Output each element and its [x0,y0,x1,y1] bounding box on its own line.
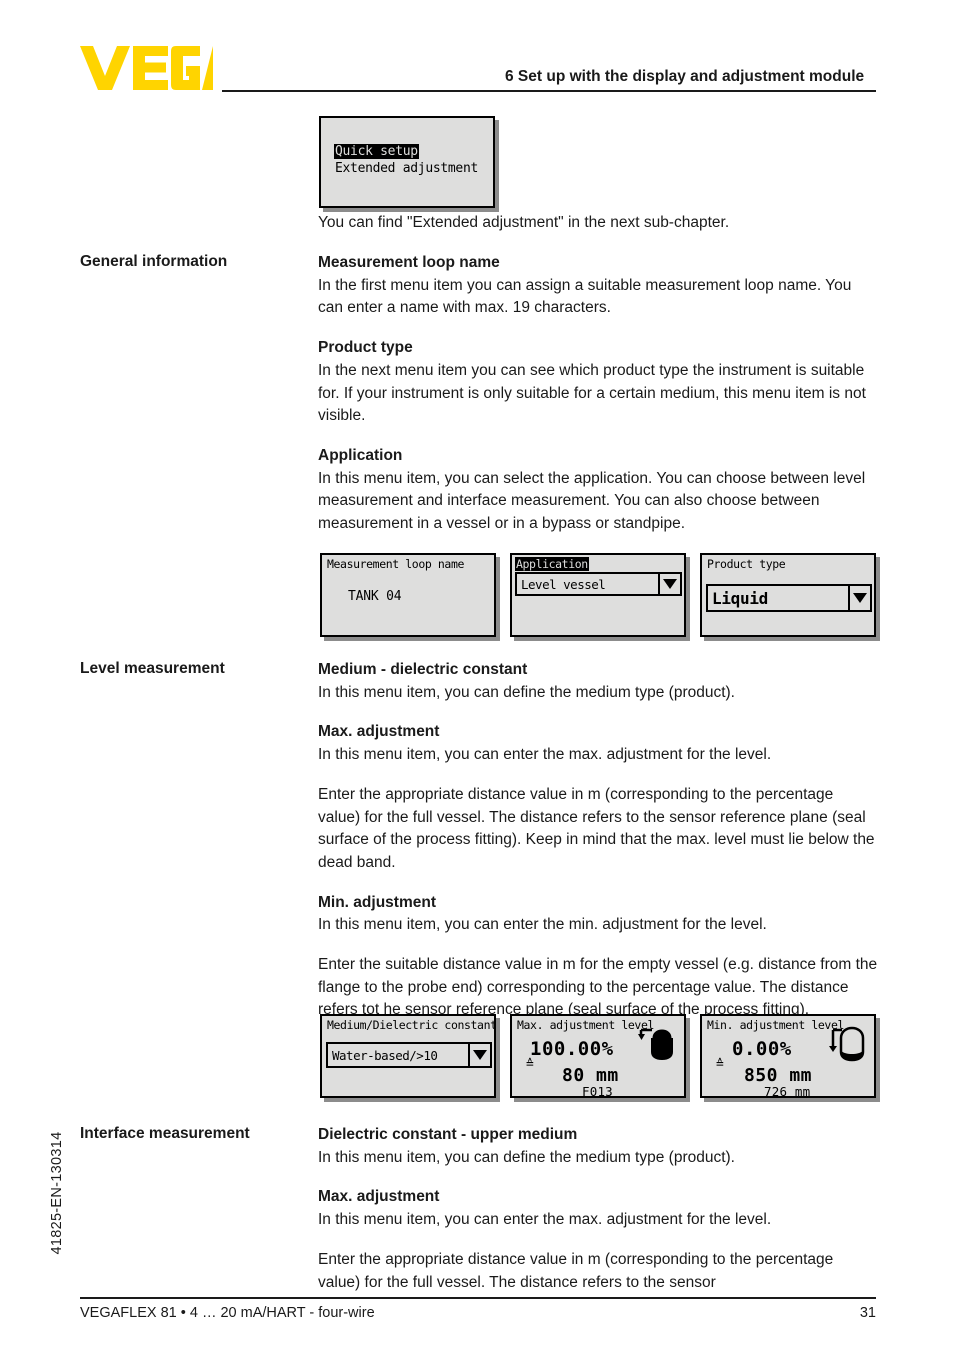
lcd-product-type-dropdown[interactable]: Liquid [706,584,872,612]
footer-product-name: VEGAFLEX 81 • 4 … 20 mA/HART - four-wire [80,1305,375,1321]
vessel-full-icon [638,1024,678,1064]
lcd-min-distance-value: 850 mm [744,1065,813,1086]
paragraph-measurement-loop-name: In the first menu item you can assign a … [318,276,852,317]
lcd-min-code-value: 726 mm [764,1084,811,1098]
section-level-measurement: Medium - dielectric constant In this men… [318,659,878,1022]
vessel-empty-icon [828,1024,868,1064]
lcd-loop-name-title: Measurement loop name [327,557,464,571]
lcd-product-type-value: Liquid [712,588,768,608]
intro-note-block: You can find "Extended adjustment" in th… [318,212,878,235]
lcd-max-code-value: F013 [582,1084,613,1098]
heading-max-adjustment-level: Max. adjustment [318,723,440,741]
heading-product-type: Product type [318,339,413,357]
paragraph-product-type: In the next menu item you can see which … [318,361,866,425]
lcd-application-title: Application [515,557,589,571]
heading-min-adjustment-level: Min. adjustment [318,893,436,911]
lcd-max-distance-value: 80 mm [562,1065,619,1086]
lcd-menu-item-quick-setup[interactable]: Quick setup [334,144,419,159]
paragraph-min-adjustment-level-2: Enter the suitable distance value in m f… [318,956,878,1019]
paragraph-max-adjustment-interface-2: Enter the appropriate distance value in … [318,1250,834,1291]
page-header-title: 6 Set up with the display and adjustment… [505,68,865,85]
lcd-max-adjustment-level[interactable]: Max. adjustment level 100.00% ≙ 80 mm F0… [510,1014,686,1098]
lcd-min-approx-symbol: ≙ [716,1057,724,1072]
footer-page-number: 31 [859,1305,876,1321]
heading-measurement-loop-name: Measurement loop name [318,254,500,271]
chevron-down-icon[interactable] [658,574,680,594]
heading-max-adjustment-interface: Max. adjustment [318,1188,440,1206]
chevron-down-icon[interactable] [468,1044,490,1066]
margin-label-level-measurement: Level measurement [80,660,225,677]
lcd-min-adjustment-title: Min. adjustment level [707,1018,844,1032]
lcd-application-dropdown[interactable]: Level vessel [515,572,682,596]
lcd-product-type[interactable]: Product type Liquid [700,553,876,637]
lcd-medium-dropdown[interactable]: Water-based/>10 [326,1042,492,1068]
lcd-application[interactable]: Application Level vessel [510,553,686,637]
lcd-medium-dielectric-constant[interactable]: Medium/Dielectric constant Water-based/>… [320,1014,496,1098]
intro-note-text: You can find "Extended adjustment" in th… [318,214,730,231]
lcd-min-percent-value: 0.00% [732,1038,792,1060]
section-general-information: Measurement loop name In the first menu … [318,252,878,536]
paragraph-min-adjustment-level-1: In this menu item, you can enter the min… [318,916,767,934]
heading-dielectric-constant-upper-medium: Dielectric constant - upper medium [318,1126,578,1143]
paragraph-max-adjustment-level-1: In this menu item, you can enter the max… [318,746,772,764]
footer-divider [80,1297,876,1299]
heading-medium-dielectric-constant: Medium - dielectric constant [318,661,528,678]
lcd-medium-value: Water-based/>10 [332,1047,438,1063]
paragraph-max-adjustment-level-2: Enter the appropriate distance value in … [318,785,875,871]
section-interface-measurement: Dielectric constant - upper medium In th… [318,1124,878,1294]
vega-logo [80,46,213,90]
lcd-medium-title: Medium/Dielectric constant [327,1018,496,1032]
paragraph-medium-dielectric-constant: In this menu item, you can define the me… [318,683,735,701]
paragraph-dielectric-constant-upper-medium: In this menu item, you can define the me… [318,1148,735,1166]
chevron-down-icon[interactable] [848,586,870,610]
lcd-min-adjustment-level[interactable]: Min. adjustment level 0.00% ≙ 850 mm 726… [700,1014,876,1098]
lcd-menu-item-extended-adjustment[interactable]: Extended adjustment [335,161,478,176]
lcd-max-adjustment-title: Max. adjustment level [517,1018,654,1032]
margin-label-general-information: General information [80,253,228,270]
lcd-max-approx-symbol: ≙ [526,1057,534,1072]
lcd-measurement-loop-name[interactable]: Measurement loop name TANK 04 [320,553,496,637]
paragraph-application: In this menu item, you can select the ap… [318,469,866,533]
lcd-max-percent-value: 100.00% [530,1038,614,1060]
lcd-product-type-title: Product type [707,557,786,571]
heading-application: Application [318,446,403,464]
paragraph-max-adjustment-interface-1: In this menu item, you can enter the max… [318,1211,772,1229]
lcd-loop-name-value[interactable]: TANK 04 [348,589,402,604]
document-number: 41825-EN-130314 [49,1131,65,1255]
lcd-quick-setup-menu[interactable]: Quick setup Extended adjustment [319,116,495,208]
margin-label-interface-measurement: Interface measurement [80,1125,250,1142]
lcd-application-value: Level vessel [521,576,606,592]
header-divider [222,90,876,92]
